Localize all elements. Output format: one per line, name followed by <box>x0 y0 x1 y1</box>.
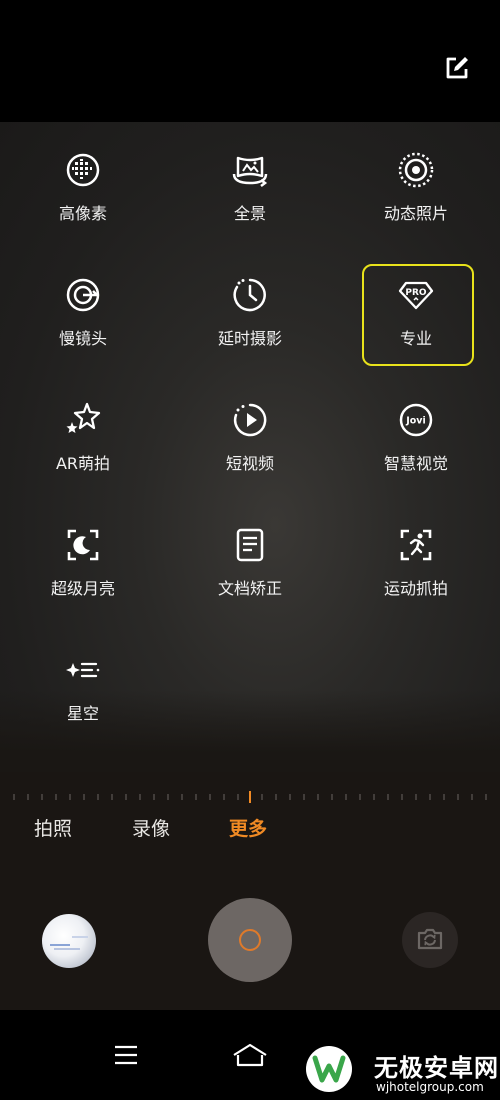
gallery-thumbnail[interactable] <box>42 914 96 968</box>
document-icon <box>236 528 264 562</box>
tab-more[interactable]: 更多 <box>229 814 267 841</box>
mode-label: 高像素 <box>58 204 107 223</box>
mode-label: 慢镜头 <box>58 329 107 348</box>
zoom-ruler[interactable] <box>0 790 500 806</box>
watermark-url: wjhotelgroup.com <box>376 1080 484 1094</box>
mode-tabs: 拍照 录像 更多 <box>0 814 500 844</box>
mode-document[interactable]: 文档矫正 <box>180 525 320 615</box>
ar-stars-icon <box>66 402 101 433</box>
short-video-play-icon <box>233 403 267 437</box>
mode-label: 短视频 <box>225 454 274 473</box>
mode-timelapse[interactable]: 延时摄影 <box>180 275 320 365</box>
slow-motion-icon <box>66 278 100 312</box>
watermark-logo-icon <box>312 1055 346 1083</box>
mode-ar[interactable]: AR萌拍 <box>13 400 153 490</box>
jovi-icon: Jovi <box>399 403 433 437</box>
hires-grid-icon <box>66 153 100 187</box>
watermark-logo <box>306 1046 352 1092</box>
home-icon[interactable] <box>232 1043 268 1069</box>
mode-label: 全景 <box>233 204 266 223</box>
moon-icon <box>67 529 99 561</box>
mode-short-video[interactable]: 短视频 <box>180 400 320 490</box>
tab-photo[interactable]: 拍照 <box>34 814 72 841</box>
mode-label: 运动抓拍 <box>383 579 448 598</box>
mode-super-moon[interactable]: 超级月亮 <box>13 525 153 615</box>
jovi-text: Jovi <box>405 416 426 427</box>
mode-starry-sky[interactable]: 星空 <box>13 650 153 740</box>
mode-label: 智慧视觉 <box>383 454 448 473</box>
tab-video[interactable]: 录像 <box>132 814 170 841</box>
mode-label: 超级月亮 <box>50 579 115 598</box>
top-bar <box>0 0 500 122</box>
mode-live-photo[interactable]: 动态照片 <box>346 150 486 240</box>
camera-flip-button[interactable] <box>402 912 458 968</box>
mode-panorama[interactable]: 全景 <box>180 150 320 240</box>
watermark-title: 无极安卓网 <box>374 1054 499 1082</box>
timelapse-clock-icon <box>233 278 266 312</box>
mode-label: 文档矫正 <box>217 579 282 598</box>
starry-sky-icon <box>66 662 100 678</box>
mode-label: AR萌拍 <box>55 454 111 473</box>
watermark: 无极安卓网 wjhotelgroup.com <box>300 1040 500 1100</box>
mode-label: 星空 <box>66 704 99 723</box>
mode-label: 动态照片 <box>383 204 448 223</box>
mode-sport[interactable]: 运动抓拍 <box>346 525 486 615</box>
mode-jovi[interactable]: Jovi 智慧视觉 <box>346 400 486 490</box>
menu-icon[interactable] <box>113 1043 139 1067</box>
camera-flip-icon <box>417 928 443 950</box>
mode-hires[interactable]: 高像素 <box>13 150 153 240</box>
mode-label: 延时摄影 <box>217 329 282 348</box>
sport-runner-icon <box>400 529 432 561</box>
edit-icon[interactable] <box>442 53 472 83</box>
shutter-mode-ring <box>239 929 261 951</box>
live-photo-icon <box>398 152 434 188</box>
panorama-icon <box>232 156 268 187</box>
mode-slow-motion[interactable]: 慢镜头 <box>13 275 153 365</box>
highlight-box <box>362 264 474 366</box>
